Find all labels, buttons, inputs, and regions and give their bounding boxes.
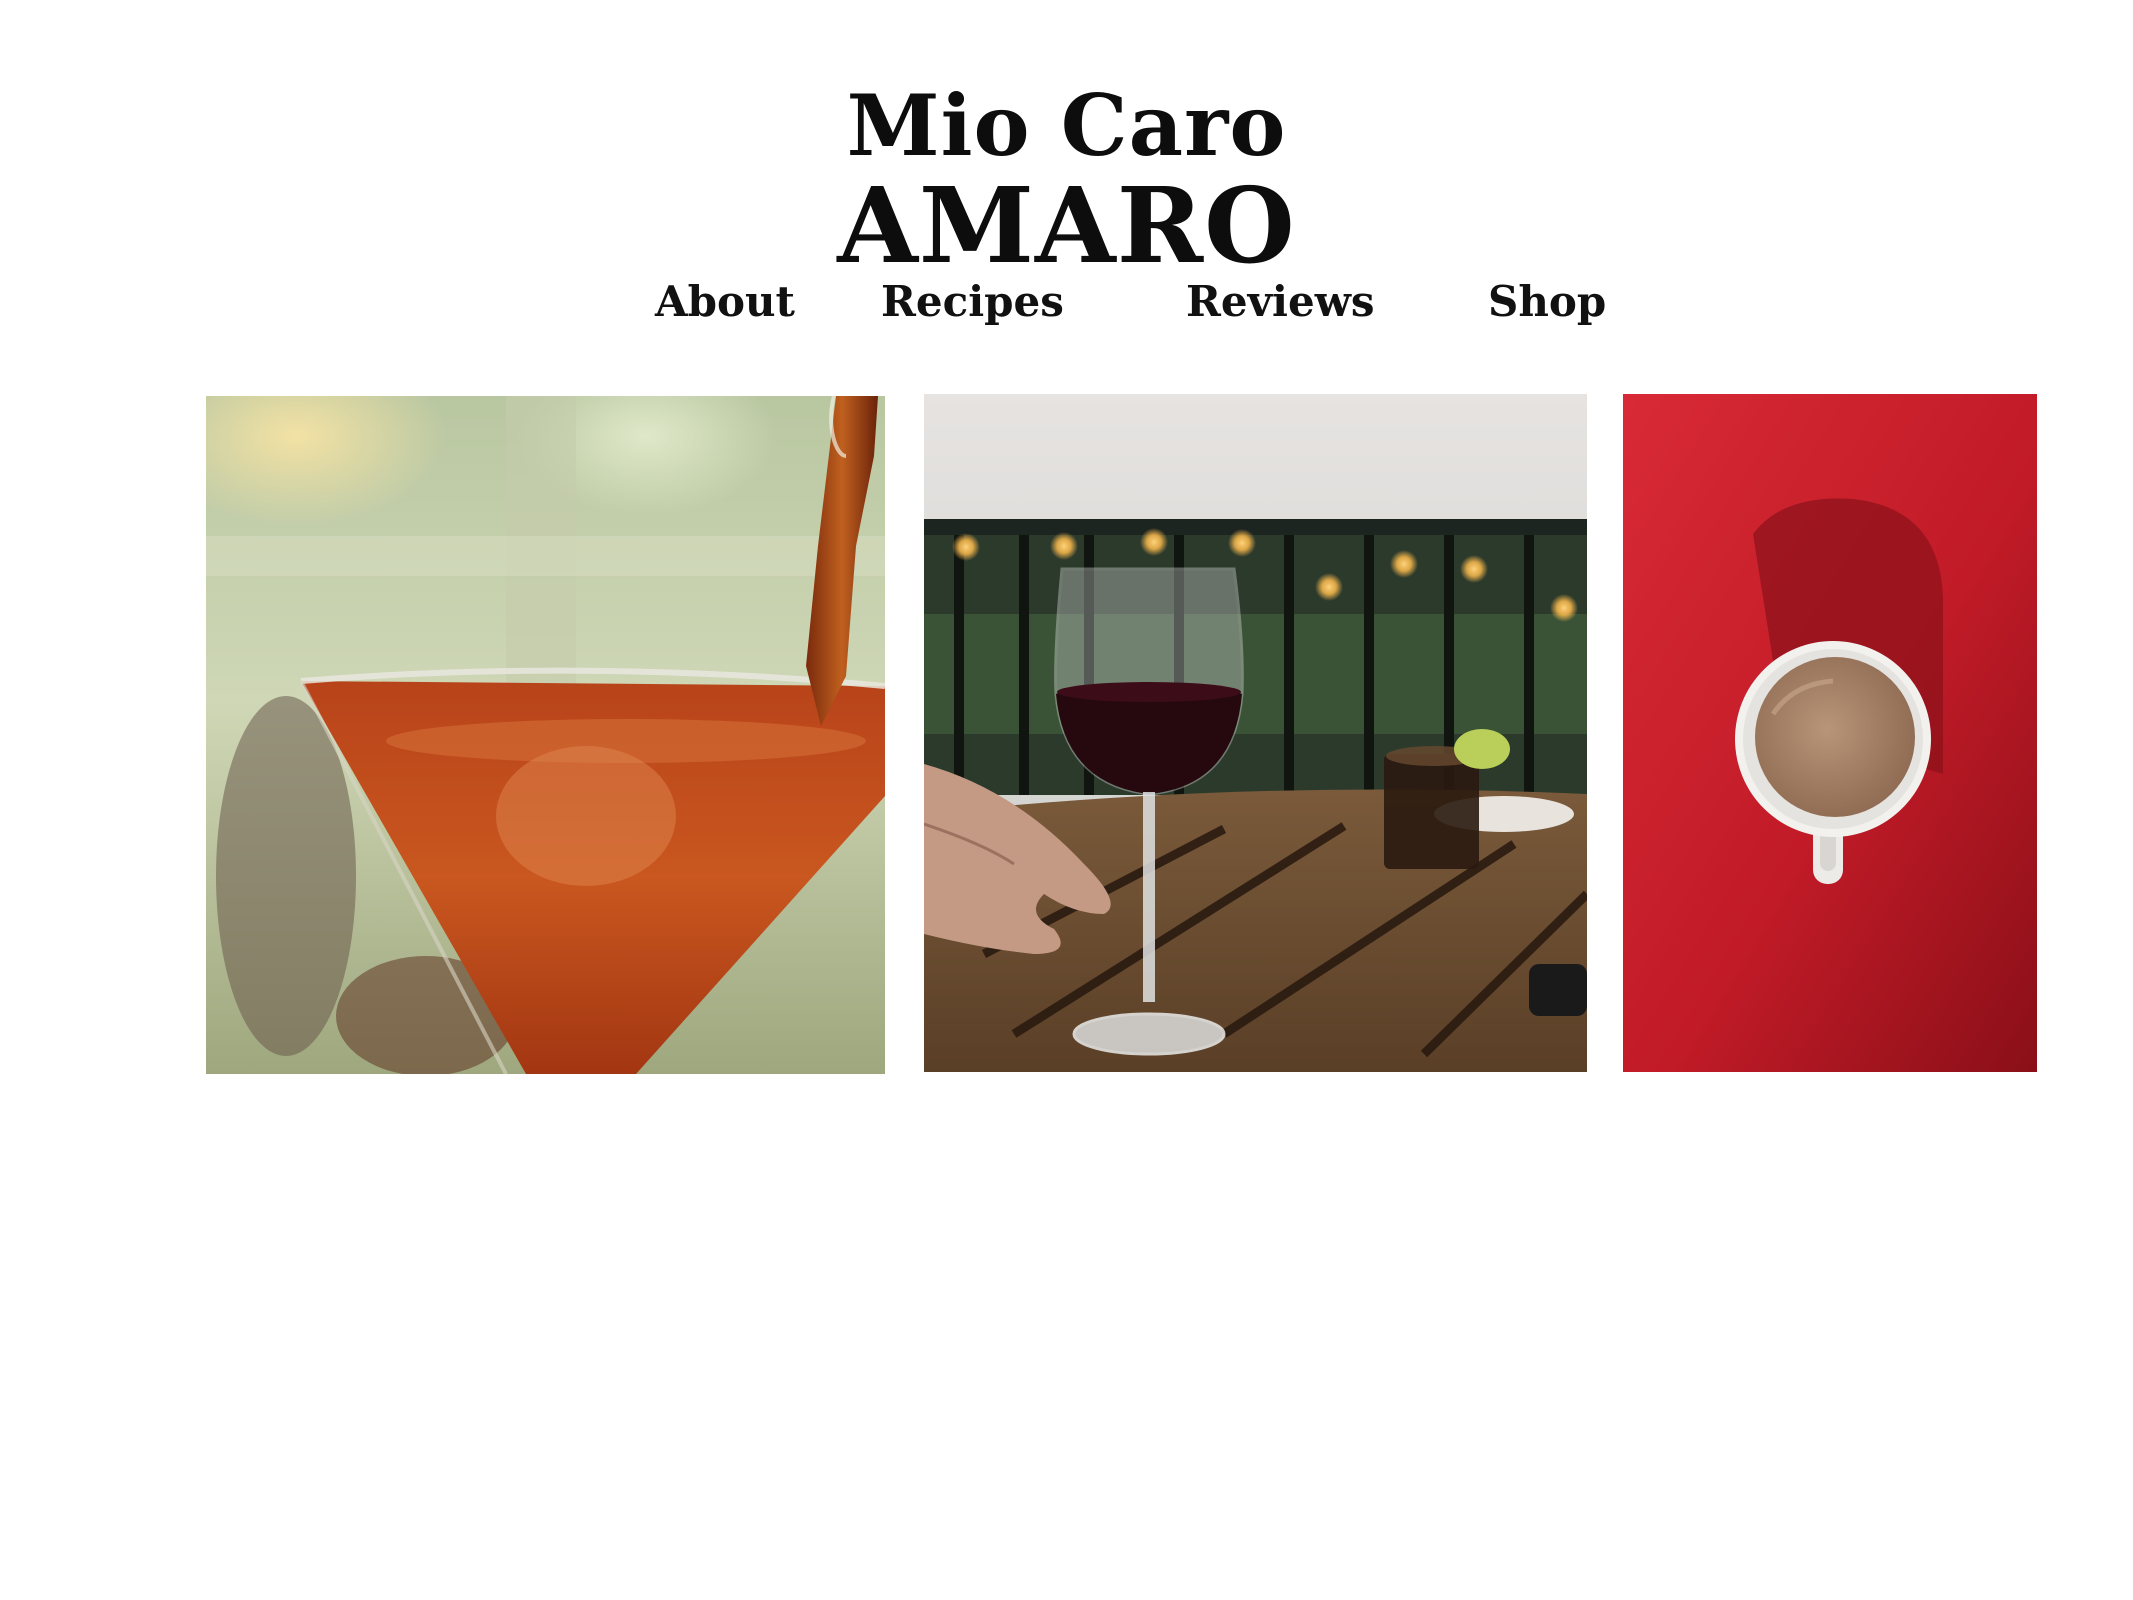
red-wine-glass-photo[interactable] <box>924 394 1587 1072</box>
site-title-line2: AMARO <box>837 164 1296 287</box>
cocktail-pour-photo[interactable] <box>206 396 885 1074</box>
site-title-line1: Mio Caro <box>846 76 1287 175</box>
nav-reviews[interactable]: Reviews <box>1186 274 1375 330</box>
nav-shop[interactable]: Shop <box>1488 274 1606 330</box>
nav-recipes[interactable]: Recipes <box>881 274 1064 330</box>
coffee-cup-on-red-photo[interactable] <box>1623 394 2037 1072</box>
site-logo[interactable]: Mio Caro AMARO <box>0 78 2133 278</box>
nav-about[interactable]: About <box>655 274 795 330</box>
